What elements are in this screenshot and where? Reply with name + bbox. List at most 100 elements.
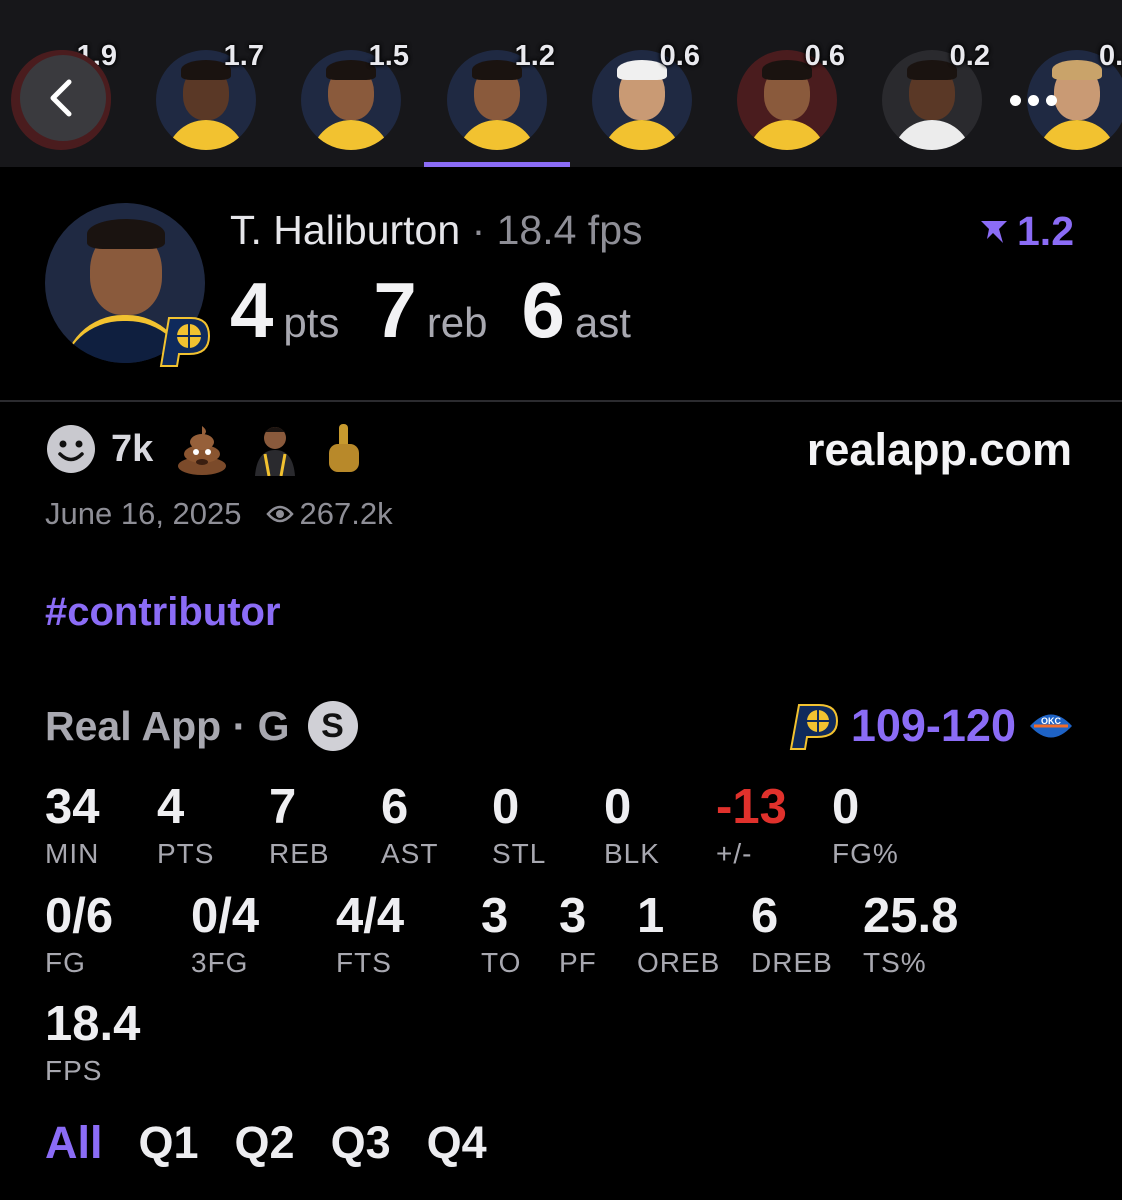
reaction-count: 7k (111, 427, 154, 470)
eye-icon (265, 505, 294, 523)
tab-q1[interactable]: Q1 (139, 1117, 199, 1169)
tab-q4[interactable]: Q4 (427, 1117, 487, 1169)
stat-value: 25.8 (863, 889, 959, 943)
stat-value: 4 (157, 780, 185, 834)
dot-icon (1027, 94, 1039, 106)
stat-value: 6 (381, 780, 409, 834)
player-chip-value: 1.7 (223, 40, 264, 72)
headline-stats: 4 pts 7 reb 6 ast (230, 265, 665, 356)
stat-to: 3 TO (481, 892, 521, 979)
rating-value: 1.2 (1017, 208, 1074, 254)
stat-reb: 7 REB (269, 783, 330, 870)
site-link[interactable]: realapp.com (807, 424, 1072, 476)
player-chip-value: 0.6 (659, 40, 700, 72)
smiley-reaction-icon[interactable] (45, 423, 97, 475)
view-count-value: 267.2k (299, 496, 393, 531)
stat-label: STL (492, 838, 547, 869)
headline-reb-label: reb (426, 299, 488, 346)
player-chip-3[interactable]: 1.5 (301, 40, 409, 150)
period-tabs: All Q1 Q2 Q3 Q4 (45, 1117, 487, 1169)
stat-label: BLK (604, 838, 660, 869)
player-chip-value: 1.2 (514, 40, 555, 72)
stat-value: 0/6 (45, 889, 114, 943)
stat-value: -13 (716, 780, 787, 834)
stat-stl: 0 STL (492, 783, 546, 870)
poop-emoji-icon[interactable] (175, 422, 229, 476)
stat-value: 3 (559, 889, 587, 943)
reactions-row: 7k (45, 422, 365, 476)
stat-label: OREB (637, 947, 721, 978)
player-chip-4-selected[interactable]: 1.2 (447, 40, 555, 150)
stat-value: 7 (269, 780, 297, 834)
stat-value: 18.4 (45, 997, 141, 1051)
player-chip-value: 0.2 (1099, 40, 1122, 72)
stat-label: 3FG (191, 947, 249, 978)
back-button[interactable] (15, 50, 111, 146)
stat-ast: 6 AST (381, 783, 438, 870)
player-chip-value: 1.5 (368, 40, 409, 72)
score-value: 109-120 (850, 700, 1016, 751)
stat-value: 0 (492, 780, 520, 834)
player-sticker-icon[interactable] (251, 422, 299, 476)
player-chip-5[interactable]: 0.6 (592, 40, 700, 150)
stat-value: 0 (604, 780, 632, 834)
stat-blk: 0 BLK (604, 783, 660, 870)
post-meta: June 16, 2025 267.2k (45, 496, 393, 532)
stat-label: TS% (863, 947, 927, 978)
svg-text:OKC: OKC (1041, 716, 1062, 726)
stat-label: MIN (45, 838, 100, 869)
dot-icon (1009, 94, 1021, 106)
player-rating: 1.2 (979, 208, 1074, 255)
stat-oreb: 1 OREB (637, 892, 720, 979)
stat-value: 34 (45, 780, 100, 834)
player-chip-value: 0.2 (949, 40, 990, 72)
stat-value: 0/4 (191, 889, 260, 943)
stat-min: 34 MIN (45, 783, 100, 870)
chevron-left-icon (50, 79, 72, 117)
stat-label: +/- (716, 838, 753, 869)
pacers-logo-icon (789, 704, 838, 750)
stat-pts: 4 PTS (157, 783, 214, 870)
stat-label: FTS (336, 947, 392, 978)
tab-q2[interactable]: Q2 (235, 1117, 295, 1169)
tab-all[interactable]: All (45, 1117, 103, 1169)
hashtag-link[interactable]: #contributor (45, 590, 281, 635)
stat-dreb: 6 DREB (751, 892, 833, 979)
stat-label: REB (269, 838, 330, 869)
player-chip-7[interactable]: 0.2 (882, 40, 990, 150)
stat-plus-minus: -13 +/- (716, 783, 787, 870)
real-logo-icon (981, 220, 1007, 243)
headline-ast-label: ast (574, 299, 631, 346)
tab-q3[interactable]: Q3 (331, 1117, 391, 1169)
middle-finger-emoji-icon[interactable] (321, 422, 365, 476)
stat-pf: 3 PF (559, 892, 597, 979)
dot-icon (1045, 94, 1057, 106)
player-chip-2[interactable]: 1.7 (156, 40, 264, 150)
box-score-title-text: Real App · G (45, 702, 290, 749)
post-date: June 16, 2025 (45, 496, 242, 531)
stat-value: 3 (481, 889, 509, 943)
player-name-line: T. Haliburton · 18.4 fps (230, 207, 643, 254)
stat-fg-pct: 0 FG% (832, 783, 899, 870)
stat-fg: 0/6 FG (45, 892, 113, 979)
starter-badge: S (307, 701, 358, 751)
player-chip-6[interactable]: 0.6 (737, 40, 845, 150)
stat-label: FG (45, 947, 86, 978)
player-name: T. Haliburton (230, 207, 461, 253)
stat-ts-pct: 25.8 TS% (863, 892, 958, 979)
stat-fts: 4/4 FTS (336, 892, 404, 979)
stat-value: 1 (637, 889, 665, 943)
stat-label: TO (481, 947, 522, 978)
stat-3fg: 0/4 3FG (191, 892, 259, 979)
stat-label: PF (559, 947, 597, 978)
stat-label: FPS (45, 1055, 103, 1086)
player-strip: 1.9 1.7 1.5 1.2 0.6 0.6 0.2 0 (0, 0, 1122, 167)
headline-pts-value: 4 (230, 266, 274, 354)
view-count: 267.2k (265, 496, 393, 532)
more-options-button[interactable] (998, 80, 1068, 120)
game-score[interactable]: 109-120 OKC (787, 700, 1074, 752)
stat-label: PTS (157, 838, 215, 869)
stat-label: AST (381, 838, 439, 869)
stat-value: 0 (832, 780, 860, 834)
selected-indicator (424, 162, 570, 167)
